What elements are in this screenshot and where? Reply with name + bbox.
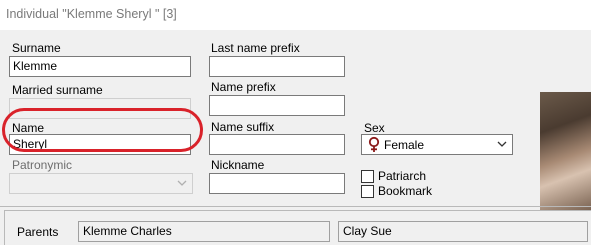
window-title: Individual "Klemme Sheryl " [3] [6,7,177,21]
parents-panel: Parents Klemme Charles Clay Sue [4,210,591,245]
bookmark-label: Bookmark [378,184,433,198]
sex-select[interactable]: Female [361,134,513,155]
name-suffix-label: Name suffix [211,120,275,134]
name-suffix-input[interactable] [209,134,345,155]
patriarch-label: Patriarch [378,169,427,183]
chevron-down-icon [496,138,508,150]
person-photo [540,92,591,210]
section-divider [0,206,591,207]
last-name-prefix-label: Last name prefix [211,41,300,55]
female-symbol-icon [367,136,381,156]
sex-select-value: Female [384,138,425,152]
sex-label: Sex [364,121,385,135]
surname-input[interactable]: Klemme [9,56,191,77]
father-field[interactable]: Klemme Charles [78,221,330,242]
patriarch-checkbox[interactable] [361,170,374,183]
patronymic-combo [9,173,193,194]
nickname-input[interactable] [209,173,345,194]
individual-form: Surname Klemme Married surname Name Sher… [0,30,591,210]
surname-label: Surname [12,41,61,55]
married-surname-label: Married surname [12,83,103,97]
last-name-prefix-input[interactable] [209,56,345,77]
name-prefix-label: Name prefix [211,80,276,94]
name-prefix-input[interactable] [209,95,345,116]
highlight-circle [2,108,203,152]
nickname-label: Nickname [211,158,265,172]
patronymic-label: Patronymic [12,158,73,172]
title-bar: Individual "Klemme Sheryl " [3] [0,0,591,30]
bookmark-checkbox[interactable] [361,185,374,198]
mother-field[interactable]: Clay Sue [338,221,588,242]
chevron-down-icon [176,177,188,189]
parents-label: Parents [17,225,59,239]
